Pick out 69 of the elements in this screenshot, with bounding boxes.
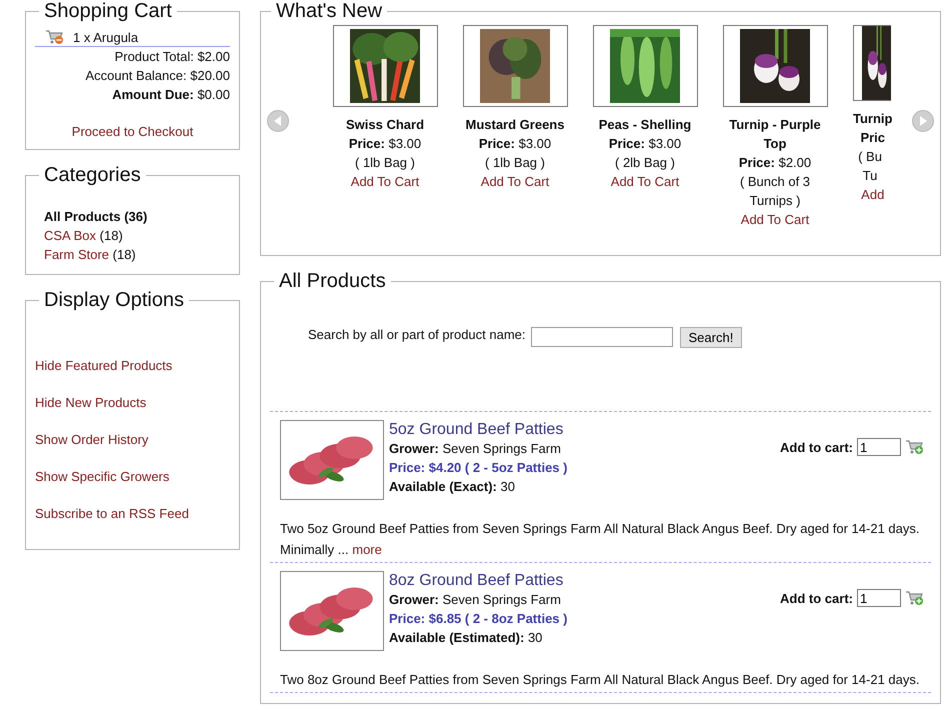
cart-add-icon[interactable] (905, 590, 923, 606)
availability-line: Available (Estimated): 30 (389, 629, 544, 647)
product-thumbnail[interactable] (722, 25, 828, 107)
product-thumbnail[interactable] (332, 25, 438, 107)
quantity-field[interactable]: 1 (857, 438, 901, 456)
total-line: Account Balance: $20.00 (85, 68, 230, 83)
product-name: Turnip - Purple Top (728, 116, 822, 153)
option-link[interactable]: Subscribe to an RSS Feed (35, 506, 189, 521)
grower-line: Grower: Seven Springs Farm (389, 440, 562, 458)
product-thumbnail[interactable] (853, 25, 891, 101)
product-price: Pric (859, 129, 886, 147)
grower-line: Grower: Seven Springs Farm (389, 591, 562, 609)
add-to-cart-link[interactable]: Add To Cart (480, 174, 550, 189)
add-to-cart-link[interactable]: Add To Cart (610, 174, 680, 189)
category-count: (18) (112, 247, 136, 262)
add-to-cart-label: Add to cart: (780, 440, 853, 454)
search-label: Search by all or part of product name: (308, 327, 526, 342)
product-name: Turnip (853, 110, 892, 128)
product-title-link[interactable]: 8oz Ground Beef Patties (389, 572, 564, 589)
product-price: Price: $3.00 (348, 135, 422, 153)
option-link[interactable]: Show Specific Growers (35, 469, 170, 484)
panel-title: All Products (278, 270, 387, 293)
add-to-cart-label: Add to cart: (780, 590, 853, 606)
product-price: Price: $4.20 ( 2 - 5oz Patties ) (389, 459, 568, 477)
product-unit: ( Bu Tu (857, 148, 883, 185)
search-button[interactable]: Search! (680, 327, 742, 348)
product-price: Price: $2.00 (738, 154, 812, 172)
panel-title: Shopping Cart (43, 0, 173, 23)
option-link[interactable]: Show Order History (35, 432, 148, 447)
cart-remove-icon[interactable] (45, 29, 63, 45)
panel-title: What's New (275, 0, 384, 23)
panel-title: Display Options (43, 289, 186, 312)
product-description: Two 8oz Ground Beef Patties from Seven Springs Farm All Natural Black Angus Beef. Dry aged for 14-21 days. (280, 671, 920, 689)
product-name: Mustard Greens (464, 116, 566, 134)
category-count: (18) (100, 228, 123, 243)
product-description: Two 5oz Ground Beef Patties from Seven Springs Farm All Natural Black Angus Beef. Dry aged for 14-21 days. Minimally ... more (280, 520, 920, 559)
product-unit: ( 1lb Bag ) (484, 154, 546, 172)
category-link[interactable]: All Products (44, 209, 121, 224)
cart-add-icon[interactable] (905, 439, 923, 455)
product-price: Price: $6.85 ( 2 - 8oz Patties ) (389, 610, 568, 628)
product-name: Swiss Chard (344, 116, 426, 134)
product-thumbnail[interactable] (462, 25, 568, 107)
product-price: Price: $3.00 (608, 135, 682, 153)
product-price: Price: $3.00 (478, 135, 552, 153)
product-thumbnail[interactable] (592, 25, 698, 107)
category-link[interactable]: CSA Box (44, 228, 96, 243)
option-link[interactable]: Hide New Products (35, 395, 146, 410)
availability-line: Available (Exact): 30 (389, 478, 516, 496)
checkout-link[interactable]: Proceed to Checkout (72, 124, 194, 139)
product-title-link[interactable]: 5oz Ground Beef Patties (389, 421, 564, 438)
add-to-cart-link[interactable]: Add (861, 187, 884, 202)
left-arrow-icon (274, 116, 282, 126)
product-name: Peas - Shelling (598, 116, 692, 134)
product-unit: ( Bunch of 3 Turnips ) (738, 173, 812, 210)
total-line: Product Total: $2.00 (114, 49, 230, 64)
product-unit: ( 1lb Bag ) (354, 154, 416, 172)
total-line: Amount Due: $0.00 (112, 87, 230, 102)
right-arrow-icon (919, 116, 927, 126)
cart-item: 1 x Arugula (73, 30, 138, 44)
category-count: (36) (124, 209, 148, 224)
category-link[interactable]: Farm Store (44, 247, 110, 262)
add-to-cart-link[interactable]: Add To Cart (350, 174, 420, 189)
search-field[interactable] (530, 327, 673, 347)
more-link[interactable]: more (352, 542, 382, 557)
product-unit: ( 2lb Bag ) (614, 154, 676, 172)
quantity-field[interactable]: 1 (857, 589, 901, 607)
add-to-cart-link[interactable]: Add To Cart (740, 212, 810, 227)
option-link[interactable]: Hide Featured Products (35, 358, 172, 373)
panel-title: Categories (43, 164, 142, 187)
